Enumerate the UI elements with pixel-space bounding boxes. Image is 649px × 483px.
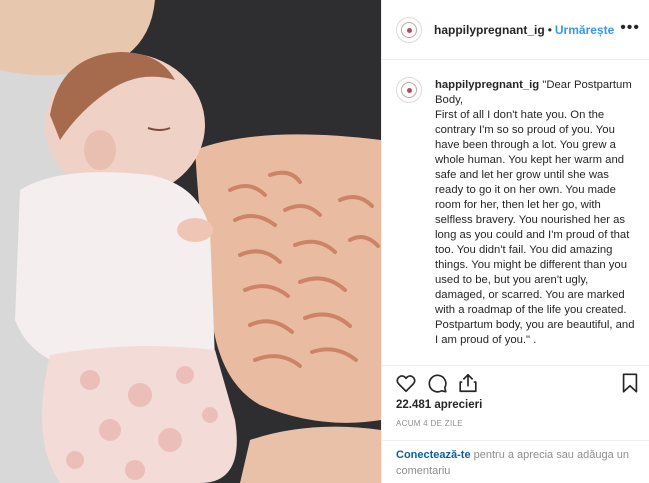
post-image xyxy=(0,0,381,483)
post-time[interactable]: ACUM 4 DE ZILE xyxy=(396,419,463,428)
login-link[interactable]: Conectează-te xyxy=(396,449,471,461)
follow-button[interactable]: Urmărește xyxy=(555,23,614,37)
header-user: happilypregnant_ig • Urmărește xyxy=(434,23,614,37)
post-panel: happilypregnant_ig • Urmărește ••• happily… xyxy=(381,0,649,483)
more-options-icon[interactable]: ••• xyxy=(620,19,640,37)
caption-avatar[interactable] xyxy=(396,77,422,103)
action-bar xyxy=(382,365,649,397)
caption-text: happilypregnant_ig "Dear Postpartum Body… xyxy=(435,78,635,348)
brand-logo-icon[interactable] xyxy=(396,17,422,43)
caption-account-name[interactable]: happilypregnant_ig xyxy=(435,79,539,91)
post-header: happilypregnant_ig • Urmărește ••• xyxy=(382,0,649,60)
share-icon[interactable] xyxy=(457,372,479,394)
bookmark-icon[interactable] xyxy=(619,372,641,394)
login-prompt: Conectează-te pentru a aprecia sau adăug… xyxy=(382,440,649,483)
caption-body: "Dear Postpartum Body, First of all I do… xyxy=(435,79,635,346)
caption-section: happilypregnant_ig "Dear Postpartum Body… xyxy=(382,60,649,365)
heart-icon[interactable] xyxy=(395,372,417,394)
account-name[interactable]: happilypregnant_ig xyxy=(434,23,545,37)
separator-dot: • xyxy=(547,23,552,37)
likes-count[interactable]: 22.481 aprecieri xyxy=(396,399,482,411)
comment-bubble-icon[interactable] xyxy=(426,372,448,394)
post-photo[interactable] xyxy=(0,0,381,483)
